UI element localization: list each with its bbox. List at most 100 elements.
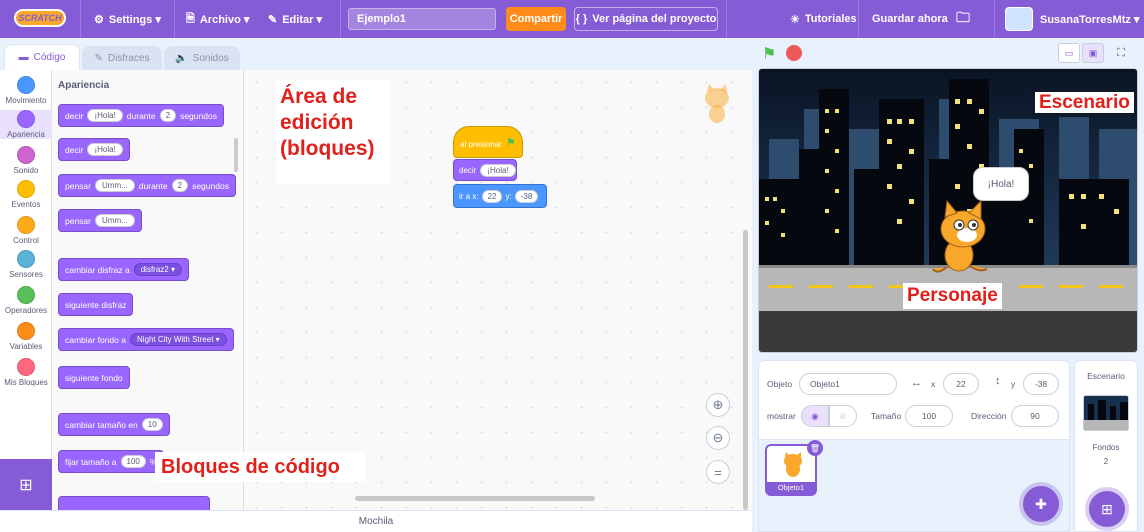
choose-sprite-button[interactable]: ✚: [1023, 486, 1059, 522]
script-say-block[interactable]: decir ¡Hola!: [453, 159, 517, 181]
trash-icon: 🗑: [809, 443, 821, 453]
hide-sprite-button[interactable]: ⊘: [829, 405, 857, 427]
goto-x-input[interactable]: 22: [481, 189, 503, 203]
zoom-reset-button[interactable]: =: [706, 460, 730, 484]
category-sound[interactable]: Sonido: [0, 146, 52, 175]
category-dot: [17, 358, 35, 376]
green-flag-icon: ⚑: [505, 137, 516, 149]
tab-code[interactable]: ▬ Código: [4, 44, 80, 70]
user-avatar[interactable]: [1005, 7, 1033, 31]
category-events[interactable]: Eventos: [0, 180, 52, 209]
partial-block[interactable]: [58, 496, 210, 510]
costume-dropdown[interactable]: disfraz2 ▾: [133, 263, 182, 276]
palette-scrollbar[interactable]: [234, 138, 238, 172]
category-dot: [17, 76, 35, 94]
change-size-block[interactable]: cambiar tamaño en 10: [58, 413, 170, 436]
small-stage-icon: ▭: [1064, 47, 1074, 58]
file-menu[interactable]: 🗎 Archivo ▾: [186, 0, 249, 38]
stage-selector-panel[interactable]: Escenario Fondos 2 ⊞: [1074, 360, 1138, 532]
category-motion[interactable]: Movimiento: [0, 76, 52, 105]
cat-sprite[interactable]: [929, 199, 993, 280]
category-dot: [17, 110, 35, 128]
sprite-list: Objeto1 🗑 ✚: [758, 440, 1070, 532]
cat-thumbnail-icon: [781, 452, 805, 481]
next-costume-block[interactable]: siguiente disfraz: [58, 293, 134, 316]
brush-icon: ✎: [94, 53, 103, 64]
stop-button[interactable]: [786, 45, 802, 61]
stage-canvas[interactable]: ¡Hola! Escenario Personaje: [758, 68, 1138, 353]
cat-add-icon: ✚: [1035, 495, 1047, 512]
file-icon: 🗎: [186, 12, 195, 25]
category-dot: [17, 216, 35, 234]
say-block[interactable]: decir ¡Hola!: [58, 138, 130, 161]
save-now-button[interactable]: Guardar ahora: [872, 0, 948, 38]
next-backdrop-block[interactable]: siguiente fondo: [58, 366, 130, 389]
folder-icon[interactable]: 🗀: [956, 0, 970, 38]
add-extension-button[interactable]: ⊞: [0, 459, 52, 510]
block-input[interactable]: ¡Hola!: [87, 143, 123, 156]
block-input[interactable]: 2: [159, 109, 177, 122]
category-control[interactable]: Control: [0, 216, 52, 245]
choose-backdrop-button[interactable]: ⊞: [1089, 491, 1125, 527]
zoom-out-button[interactable]: ⊖: [706, 426, 730, 450]
say-input[interactable]: ¡Hola!: [480, 163, 516, 177]
delete-sprite-button[interactable]: 🗑: [807, 440, 823, 456]
sprite-size-input[interactable]: 100: [905, 405, 953, 427]
say-for-secs-block[interactable]: decir ¡Hola! durante 2 segundos: [58, 104, 224, 127]
goto-y-input[interactable]: -38: [514, 189, 539, 203]
category-dot: [17, 180, 35, 198]
user-menu[interactable]: SusanaTorresMtz ▾: [1040, 0, 1139, 38]
block-input[interactable]: 10: [141, 418, 163, 431]
category-looks[interactable]: Apariencia: [0, 110, 52, 139]
project-title-input[interactable]: Ejemplo1: [348, 8, 496, 30]
block-input[interactable]: Umm...: [95, 179, 135, 192]
category-variables[interactable]: Variables: [0, 322, 52, 351]
when-flag-clicked-block[interactable]: al presionar ⚑: [453, 126, 523, 158]
switch-backdrop-block[interactable]: cambiar fondo a Night City With Street ▾: [58, 328, 234, 351]
tab-costumes[interactable]: ✎ Disfraces: [82, 46, 162, 70]
script-goto-block[interactable]: ir a x: 22 y: -38: [453, 184, 547, 208]
script-vertical-scrollbar[interactable]: [743, 230, 748, 510]
backpack-bar[interactable]: Mochila: [0, 510, 752, 532]
think-block[interactable]: pensar Umm...: [58, 209, 142, 232]
gear-icon: ⚙: [94, 13, 104, 26]
block-input[interactable]: 2: [171, 179, 189, 192]
small-stage-button[interactable]: ▭: [1058, 43, 1080, 63]
think-for-secs-block[interactable]: pensar Umm... durante 2 segundos: [58, 174, 236, 197]
block-input[interactable]: Umm...: [95, 214, 135, 227]
category-my-blocks[interactable]: Mis Bloques: [0, 358, 52, 387]
backdrop-dropdown[interactable]: Night City With Street ▾: [129, 333, 227, 346]
block-input[interactable]: ¡Hola!: [87, 109, 123, 122]
normal-stage-icon: ▣: [1088, 47, 1098, 58]
sprite-name-input[interactable]: Objeto1: [799, 373, 897, 395]
tutorials-button[interactable]: ☀ Tutoriales: [790, 0, 857, 38]
scratch-logo[interactable]: SCRATCH: [14, 9, 66, 27]
lightbulb-icon: ☀: [790, 13, 800, 26]
show-sprite-button[interactable]: ◉: [801, 405, 829, 427]
pencil-icon: ✎: [268, 13, 278, 26]
category-sensing[interactable]: Sensores: [0, 250, 52, 279]
y-arrows-icon: ↕: [995, 375, 1001, 387]
script-horizontal-scrollbar[interactable]: [355, 496, 595, 501]
normal-stage-button[interactable]: ▣: [1082, 43, 1104, 63]
sprite-x-input[interactable]: 22: [943, 373, 979, 395]
fullscreen-button[interactable]: ⛶: [1110, 43, 1132, 63]
green-flag-button[interactable]: ⚑: [762, 44, 776, 64]
switch-costume-block[interactable]: cambiar disfraz a disfraz2 ▾: [58, 258, 189, 281]
code-icon: ▬: [18, 52, 29, 63]
settings-menu[interactable]: ⚙ Settings ▾: [94, 0, 161, 38]
share-button[interactable]: Compartir: [506, 7, 566, 31]
set-size-block[interactable]: fijar tamaño a 100 %: [58, 450, 165, 473]
backdrop-add-icon: ⊞: [1101, 500, 1113, 517]
sprite-y-input[interactable]: -38: [1023, 373, 1059, 395]
palette-heading: Apariencia: [58, 80, 110, 91]
zoom-in-button[interactable]: ⊕: [706, 393, 730, 417]
see-project-page-button[interactable]: { } Ver página del proyecto: [574, 7, 718, 31]
menu-bar: SCRATCH ⚙ Settings ▾ 🗎 Archivo ▾ ✎ Edita…: [0, 0, 1144, 38]
block-input[interactable]: 100: [120, 455, 146, 468]
category-dot: [17, 146, 35, 164]
sprite-direction-input[interactable]: 90: [1011, 405, 1059, 427]
edit-menu[interactable]: ✎ Editar ▾: [268, 0, 322, 38]
category-operators[interactable]: Operadores: [0, 286, 52, 315]
tab-sounds[interactable]: 🔈 Sonidos: [164, 46, 240, 70]
